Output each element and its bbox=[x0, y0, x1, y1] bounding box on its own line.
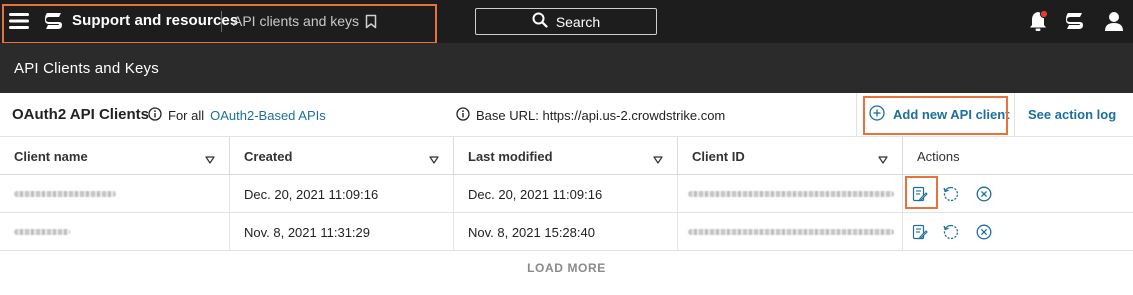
oauth-info: For all OAuth2-Based APIs bbox=[148, 107, 326, 124]
add-api-client-label: Add new API client bbox=[893, 107, 1010, 122]
reset-secret-icon[interactable] bbox=[942, 223, 960, 241]
nav-divider bbox=[221, 11, 222, 32]
top-navigation-bar: Support and resources API clients and ke… bbox=[0, 0, 1133, 44]
column-label: Created bbox=[244, 148, 293, 164]
last-modified-cell: Nov. 8, 2021 15:28:40 bbox=[454, 213, 678, 251]
row-actions bbox=[903, 175, 1133, 213]
plus-circle-icon bbox=[869, 105, 885, 124]
column-label: Last modified bbox=[468, 148, 553, 164]
info-icon bbox=[148, 107, 162, 124]
redacted-client-id bbox=[688, 229, 894, 235]
row-actions bbox=[903, 213, 1133, 251]
client-name-cell bbox=[0, 213, 230, 251]
created-cell: Dec. 20, 2021 11:09:16 bbox=[230, 175, 454, 213]
column-label: Client ID bbox=[692, 148, 745, 164]
table-header: Client name Created Last modified Client… bbox=[0, 137, 1133, 175]
base-url-text: Base URL: https://api.us-2.crowdstrike.c… bbox=[476, 108, 726, 123]
column-label: Actions bbox=[917, 148, 960, 164]
column-header-actions: Actions bbox=[903, 137, 1133, 175]
logo-icon[interactable] bbox=[43, 10, 65, 32]
last-modified-cell: Dec. 20, 2021 11:09:16 bbox=[454, 175, 678, 213]
toolbar-divider bbox=[1014, 93, 1015, 137]
created-cell: Nov. 8, 2021 11:31:29 bbox=[230, 213, 454, 251]
clients-toolbar: OAuth2 API Clients For all OAuth2-Based … bbox=[0, 93, 1133, 137]
sort-caret-icon[interactable] bbox=[653, 152, 663, 167]
section-title: OAuth2 API Clients bbox=[12, 106, 149, 123]
toolbar-divider bbox=[856, 93, 857, 137]
apps-icon[interactable] bbox=[1064, 10, 1086, 32]
column-label: Client name bbox=[14, 148, 88, 164]
add-api-client-button[interactable]: Add new API client bbox=[869, 105, 1010, 124]
menu-icon[interactable] bbox=[8, 10, 30, 32]
redacted-client-id bbox=[688, 191, 894, 197]
load-more-button[interactable]: LOAD MORE bbox=[0, 261, 1133, 275]
edit-icon[interactable] bbox=[911, 185, 929, 203]
breadcrumb[interactable]: API clients and keys bbox=[233, 13, 359, 29]
client-id-cell bbox=[678, 213, 903, 251]
column-header-last-modified[interactable]: Last modified bbox=[454, 137, 678, 175]
redacted-client-name bbox=[14, 229, 70, 235]
base-url-info: Base URL: https://api.us-2.crowdstrike.c… bbox=[456, 107, 725, 124]
column-header-created[interactable]: Created bbox=[230, 137, 454, 175]
sort-caret-icon[interactable] bbox=[429, 152, 439, 167]
oauth-apis-link[interactable]: OAuth2-Based APIs bbox=[210, 108, 326, 123]
see-action-log-link[interactable]: See action log bbox=[1028, 107, 1116, 122]
client-id-cell bbox=[678, 175, 903, 213]
client-name-cell bbox=[0, 175, 230, 213]
column-header-client-name[interactable]: Client name bbox=[0, 137, 230, 175]
reset-secret-icon[interactable] bbox=[942, 185, 960, 203]
nav-title[interactable]: Support and resources bbox=[72, 12, 238, 29]
search-icon bbox=[532, 12, 548, 31]
redacted-client-name bbox=[14, 191, 116, 197]
table-row[interactable]: Nov. 8, 2021 11:31:29 Nov. 8, 2021 15:28… bbox=[0, 213, 1133, 251]
page-header: API Clients and Keys bbox=[0, 43, 1133, 93]
bookmark-icon[interactable] bbox=[362, 12, 380, 30]
search-button[interactable]: Search bbox=[475, 8, 657, 35]
notifications-icon[interactable] bbox=[1026, 9, 1050, 33]
table-row[interactable]: Dec. 20, 2021 11:09:16 Dec. 20, 2021 11:… bbox=[0, 175, 1133, 213]
delete-icon[interactable] bbox=[975, 185, 993, 203]
edit-icon[interactable] bbox=[911, 223, 929, 241]
info-icon bbox=[456, 107, 470, 124]
for-all-prefix: For all bbox=[168, 108, 205, 123]
user-icon[interactable] bbox=[1102, 9, 1126, 33]
delete-icon[interactable] bbox=[975, 223, 993, 241]
page-title: API Clients and Keys bbox=[14, 60, 159, 77]
search-label: Search bbox=[555, 13, 601, 30]
sort-caret-icon[interactable] bbox=[878, 152, 888, 167]
column-header-client-id[interactable]: Client ID bbox=[678, 137, 903, 175]
sort-caret-icon[interactable] bbox=[205, 152, 215, 167]
